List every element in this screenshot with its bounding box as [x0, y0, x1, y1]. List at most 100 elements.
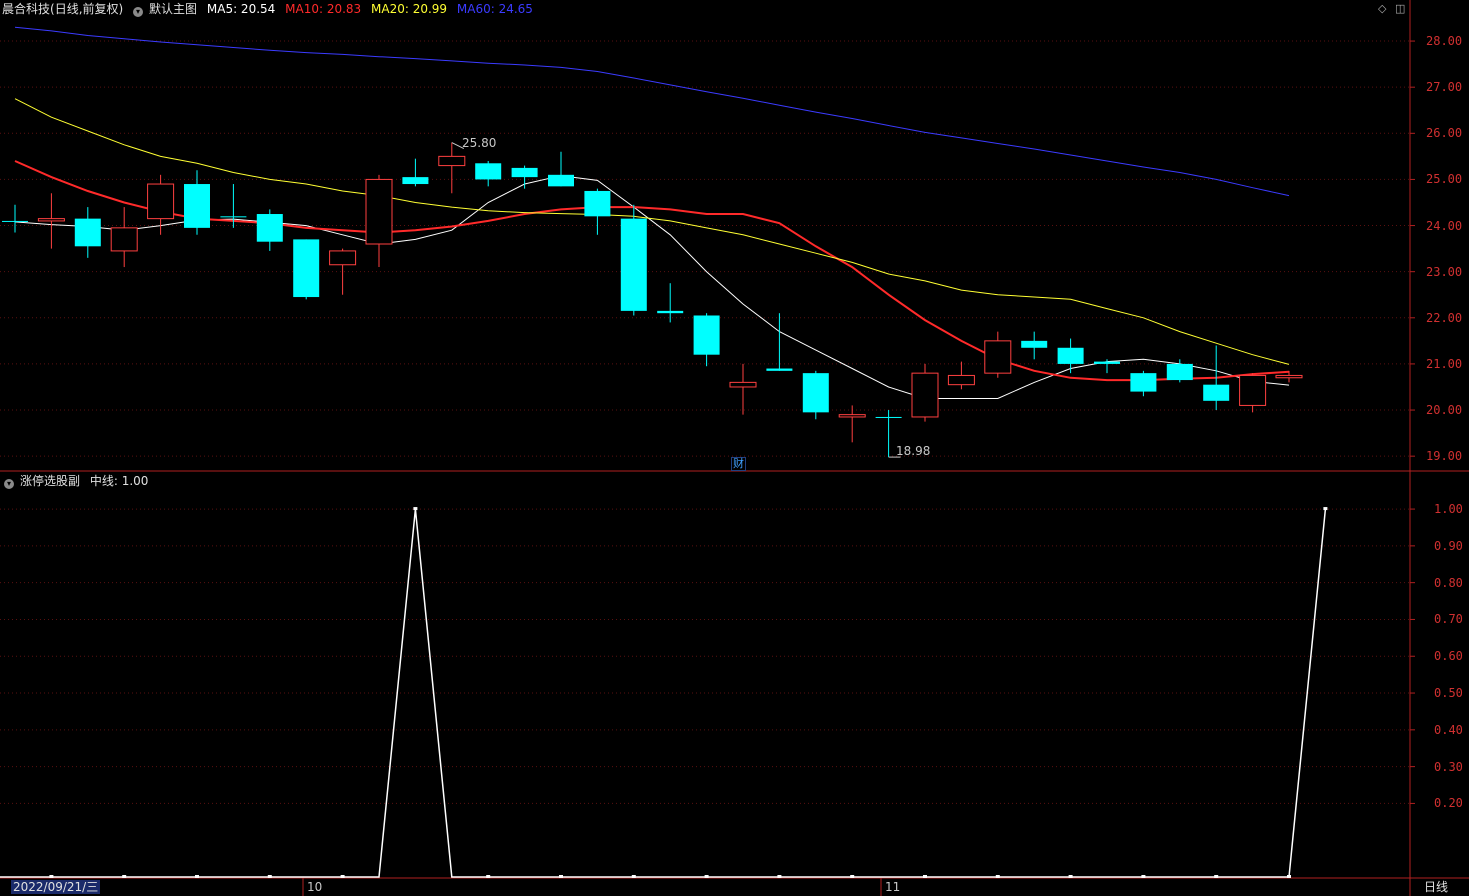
candle-body[interactable]: [475, 163, 502, 180]
candle-body[interactable]: [147, 183, 175, 220]
signal-point: [267, 875, 272, 878]
y-tick-label: 28.00: [1426, 34, 1463, 49]
candle-body[interactable]: [875, 416, 902, 418]
low-price-label: 18.98: [896, 444, 931, 458]
diamond-icon[interactable]: ◇: [1378, 2, 1386, 15]
window-toggle-icon[interactable]: ◫: [1395, 2, 1405, 15]
main-chart-title[interactable]: 默认主图: [149, 2, 197, 16]
candle-body[interactable]: [911, 372, 939, 418]
sub-y-tick-label: 0.80: [1434, 575, 1463, 590]
signal-point: [631, 875, 636, 878]
y-tick-label: 23.00: [1426, 264, 1463, 279]
candle-body[interactable]: [1166, 363, 1193, 381]
candle-body[interactable]: [74, 218, 101, 247]
candle-body[interactable]: [548, 174, 574, 187]
signal-point: [122, 875, 127, 878]
period-button[interactable]: 日线: [1424, 880, 1448, 894]
signal-point: [923, 875, 927, 878]
signal-point: [1141, 875, 1146, 878]
sub-y-tick-label: 0.70: [1434, 612, 1463, 627]
sub-header: ▾ 涨停选股副 中线: 1.00: [4, 473, 154, 489]
candle-body[interactable]: [1057, 347, 1084, 364]
y-tick-label: 24.00: [1426, 218, 1463, 233]
main-header: 晨合科技(日线,前复权) ▾ 默认主图 MA5: 20.54 MA10: 20.8…: [2, 1, 539, 17]
candle-body[interactable]: [37, 218, 65, 222]
high-price-label: 25.80: [462, 136, 497, 150]
sub-y-tick-label: 0.40: [1434, 722, 1463, 737]
stock-mode: (日线,前复权): [50, 2, 124, 16]
signal-point: [1068, 875, 1073, 878]
signal-point: [704, 875, 709, 878]
signal-point: [995, 875, 1000, 878]
candle-body[interactable]: [729, 381, 757, 388]
sub-y-tick-label: 0.60: [1434, 649, 1463, 664]
candle-body[interactable]: [1021, 340, 1048, 348]
sub-y-tick-label: 0.90: [1434, 538, 1463, 553]
signal-point: [1323, 507, 1328, 511]
candle-body[interactable]: [1130, 373, 1157, 392]
stock-name[interactable]: 晨合科技: [2, 2, 50, 16]
signal-point: [49, 875, 54, 878]
stock-chart[interactable]: [0, 0, 1469, 896]
signal-point: [195, 875, 199, 878]
sub-y-tick-label: 0.20: [1434, 796, 1463, 811]
ma10-label: MA10: 20.83: [285, 2, 362, 16]
candle-body[interactable]: [184, 184, 210, 228]
mid-line-value: 中线: 1.00: [89, 474, 149, 488]
signal-line: [0, 509, 1327, 878]
cursor-date: 2022/09/21/三: [11, 880, 101, 894]
candle-body[interactable]: [402, 177, 429, 185]
chevron-down-icon[interactable]: ▾: [4, 479, 14, 489]
candle-body[interactable]: [329, 250, 357, 266]
signal-point: [1214, 875, 1219, 878]
candle-body[interactable]: [693, 315, 720, 355]
candle-body[interactable]: [1203, 384, 1230, 401]
sub-y-tick-label: 0.50: [1434, 686, 1463, 701]
signal-point: [559, 875, 563, 878]
candle-body[interactable]: [766, 368, 793, 371]
y-tick-label: 27.00: [1426, 80, 1463, 95]
y-tick-label: 19.00: [1426, 449, 1463, 464]
ma-line-ma60: [14, 26, 1290, 197]
chevron-down-icon[interactable]: ▾: [133, 7, 144, 17]
candle-body[interactable]: [110, 227, 138, 252]
signal-point: [486, 875, 491, 878]
signal-point: [340, 875, 345, 878]
ma5-label: MA5: 20.54: [206, 2, 276, 16]
month-label-11: 11: [885, 880, 901, 894]
candle-body[interactable]: [584, 190, 611, 217]
candle-body[interactable]: [365, 178, 393, 245]
candle-body[interactable]: [620, 218, 647, 311]
candle-body[interactable]: [1275, 374, 1303, 379]
candle-body[interactable]: [438, 155, 466, 167]
ma60-label: MA60: 24.65: [456, 2, 533, 16]
candle-body[interactable]: [511, 167, 538, 178]
ma20-label: MA20: 20.99: [371, 2, 448, 16]
candle-body[interactable]: [838, 414, 866, 418]
finance-badge[interactable]: 财: [731, 457, 746, 471]
candle-body[interactable]: [657, 310, 684, 314]
signal-point: [850, 875, 855, 878]
sub-y-tick-label: 1.00: [1434, 502, 1463, 517]
candle-body[interactable]: [1094, 361, 1120, 364]
y-tick-label: 26.00: [1426, 126, 1463, 141]
candle-body[interactable]: [220, 216, 247, 218]
y-tick-label: 25.00: [1426, 172, 1463, 187]
candle-body[interactable]: [947, 374, 975, 386]
sub-y-tick-label: 0.30: [1434, 759, 1463, 774]
candle-body[interactable]: [984, 340, 1012, 374]
y-tick-label: 20.00: [1426, 403, 1463, 418]
y-tick-label: 22.00: [1426, 310, 1463, 325]
month-label-10: 10: [307, 880, 323, 894]
indicator-title[interactable]: 涨停选股副: [20, 474, 80, 488]
candle-body[interactable]: [1239, 374, 1267, 406]
candle-body[interactable]: [293, 239, 320, 298]
signal-point: [1287, 875, 1291, 878]
candle-body[interactable]: [802, 373, 829, 413]
signal-point: [777, 875, 782, 878]
candle-body[interactable]: [256, 214, 283, 242]
signal-point: [413, 507, 418, 511]
candle-body[interactable]: [2, 220, 28, 222]
ma-line-ma20: [14, 98, 1290, 365]
y-tick-label: 21.00: [1426, 356, 1463, 371]
